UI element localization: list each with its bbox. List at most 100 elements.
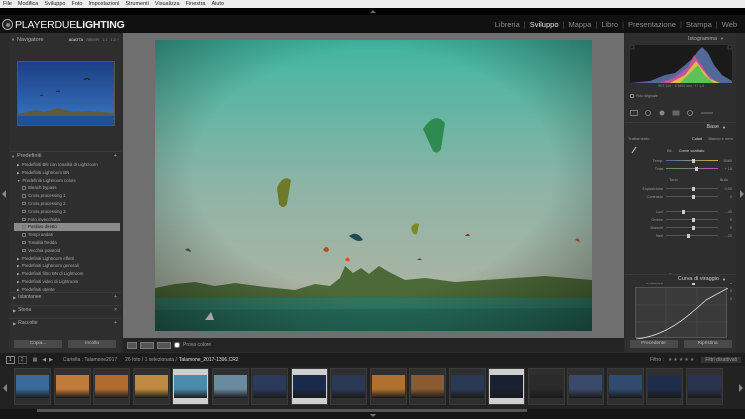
preset-item[interactable]: Bleach bypass: [14, 184, 120, 192]
treatment-color[interactable]: Colori: [692, 136, 702, 141]
slider-value[interactable]: - 20: [718, 234, 732, 238]
filmstrip-thumbnail[interactable]: [606, 368, 644, 405]
back-arrow-icon[interactable]: ◀: [42, 357, 46, 363]
copy-button[interactable]: Copia...: [14, 340, 62, 348]
zoom-fit[interactable]: ADATTA: [69, 38, 83, 42]
add-collection-icon[interactable]: +: [114, 320, 117, 326]
slider-track[interactable]: [666, 209, 718, 214]
preset-folder[interactable]: ▼ Predefiniti Lightroom colore: [14, 177, 120, 185]
preset-folder[interactable]: ▶ Predefiniti Lightroom effetti: [14, 255, 120, 263]
module-presentazione[interactable]: Presentazione: [624, 20, 680, 29]
preset-item[interactable]: Vecchia polaroid: [14, 247, 120, 255]
tint-value[interactable]: + 15: [718, 167, 733, 171]
filmstrip-scroll-thumb[interactable]: [37, 409, 527, 412]
preset-item[interactable]: Cross processing 1: [14, 192, 120, 200]
menu-strumenti[interactable]: Strumenti: [122, 1, 152, 7]
temp-value[interactable]: 5060: [718, 159, 732, 163]
filmstrip-thumbnail[interactable]: [409, 368, 446, 405]
slider-track[interactable]: [666, 233, 718, 238]
slider-knob[interactable]: [692, 217, 695, 222]
radial-filter-icon[interactable]: [686, 109, 694, 116]
module-libro[interactable]: Libro: [597, 20, 622, 29]
treatment-bw[interactable]: Bianco e nero: [708, 136, 733, 141]
page-2-button[interactable]: 2: [17, 355, 27, 364]
slider-value[interactable]: - 40: [718, 210, 732, 214]
presets-header[interactable]: ▼ Predefiniti +: [9, 151, 121, 160]
zoom-fill[interactable]: RIEMPI: [86, 38, 99, 42]
preset-item[interactable]: Positivo diretto: [14, 223, 120, 232]
collapse-bottom-icon[interactable]: [369, 413, 377, 418]
preset-folder[interactable]: ▶ Predefiniti BN con tonalità di Lightroo…: [14, 161, 120, 169]
filmstrip-thumbnail[interactable]: [14, 368, 51, 405]
filmstrip-thumbnail[interactable]: [172, 368, 209, 405]
original-photo-checkbox[interactable]: [630, 94, 634, 98]
adjustment-brush-icon[interactable]: [700, 110, 714, 116]
preset-item[interactable]: Tonalità fredda: [14, 239, 120, 247]
right-panel-toggle-icon[interactable]: [739, 190, 745, 198]
zoom-1-1[interactable]: 1:1: [102, 38, 107, 42]
clear-history-icon[interactable]: ×: [114, 307, 117, 313]
tone-curve-header[interactable]: Curva di viraggio ▼: [625, 274, 736, 283]
navigator-header[interactable]: ▼ Navigatore ADATTA RIEMPI 1:1 1:2 ÷: [9, 35, 121, 44]
preset-item[interactable]: Foto invecchiata: [14, 216, 120, 224]
menu-file[interactable]: File: [0, 1, 15, 7]
zoom-1-2[interactable]: 1:2 ÷: [111, 38, 119, 42]
filmstrip-thumbnail[interactable]: [646, 368, 683, 405]
preset-folder[interactable]: ▶ Predefiniti filtro BN di Lightroom: [14, 270, 120, 278]
slider-track[interactable]: [666, 186, 718, 191]
eyedropper-icon[interactable]: [631, 146, 637, 154]
main-photo[interactable]: [155, 40, 592, 331]
filmstrip-thumbnail[interactable]: [685, 368, 723, 405]
preset-folder[interactable]: ▶ Predefiniti video di Lightroom: [14, 278, 120, 286]
preset-item[interactable]: Cross processing 2: [14, 200, 120, 208]
slider-track[interactable]: [666, 194, 718, 199]
snapshots-header[interactable]: ▶ Istantanee +: [9, 292, 121, 301]
preset-folder[interactable]: ▶ Predefiniti Lightroom generali: [14, 262, 120, 270]
menu-modifica[interactable]: Modifica: [15, 1, 41, 7]
soft-proof-checkbox[interactable]: [174, 342, 180, 348]
loupe-view-icon[interactable]: [127, 341, 137, 349]
temp-slider[interactable]: [666, 158, 718, 163]
slider-knob[interactable]: [681, 209, 685, 214]
basic-header[interactable]: Base ▼: [625, 122, 736, 131]
histogram-header[interactable]: Istogramma ▼: [625, 34, 736, 43]
filmstrip-thumbnail[interactable]: [330, 368, 367, 405]
module-sviluppo[interactable]: Sviluppo: [526, 20, 563, 29]
spot-removal-icon[interactable]: [644, 109, 652, 116]
slider-track[interactable]: [666, 217, 718, 222]
tint-knob[interactable]: [694, 166, 698, 171]
previous-button[interactable]: Precedente: [629, 340, 678, 348]
left-panel-toggle-icon[interactable]: [1, 190, 7, 198]
add-snapshot-icon[interactable]: +: [114, 294, 117, 300]
top-panel-toggle[interactable]: [0, 8, 745, 15]
page-1-button[interactable]: 1: [6, 355, 15, 364]
module-web[interactable]: Web: [718, 20, 741, 29]
slider-knob[interactable]: [692, 186, 695, 191]
preset-item[interactable]: Tempi andati: [14, 231, 120, 239]
crop-overlay-icon[interactable]: [630, 109, 638, 116]
paste-button[interactable]: Incolla: [68, 340, 116, 348]
menu-aiuto[interactable]: Aiuto: [208, 1, 227, 7]
filmstrip-thumbnail[interactable]: [132, 368, 170, 405]
filmstrip-thumbnail[interactable]: [448, 368, 486, 405]
filmstrip-thumbnail[interactable]: [527, 368, 565, 405]
slider-track[interactable]: [666, 225, 718, 230]
tone-curve-graph[interactable]: [635, 287, 729, 340]
rating-filter-icon[interactable]: ★★★★★: [668, 357, 695, 363]
filmstrip-thumbnail[interactable]: [251, 368, 288, 405]
filmstrip-scrollbar[interactable]: [0, 409, 745, 419]
preset-folder[interactable]: ▶ Predefiniti Lightroom BN: [14, 169, 120, 177]
filmstrip-scroll-right-icon[interactable]: [738, 384, 744, 392]
history-header[interactable]: ▶ Storia ×: [9, 305, 121, 314]
filmstrip-thumbnail[interactable]: [211, 368, 249, 405]
menu-foto[interactable]: Foto: [68, 1, 85, 7]
slider-value[interactable]: 0: [718, 195, 732, 199]
menu-finestra[interactable]: Finestra: [183, 1, 209, 7]
slider-knob[interactable]: [692, 225, 695, 230]
module-stampa[interactable]: Stampa: [682, 20, 716, 29]
red-eye-icon[interactable]: [658, 110, 666, 116]
navigator-preview[interactable]: [17, 61, 115, 126]
filmstrip-thumbnail[interactable]: [567, 368, 604, 405]
before-after-swap-icon[interactable]: [157, 341, 171, 349]
slider-knob[interactable]: [686, 233, 690, 238]
